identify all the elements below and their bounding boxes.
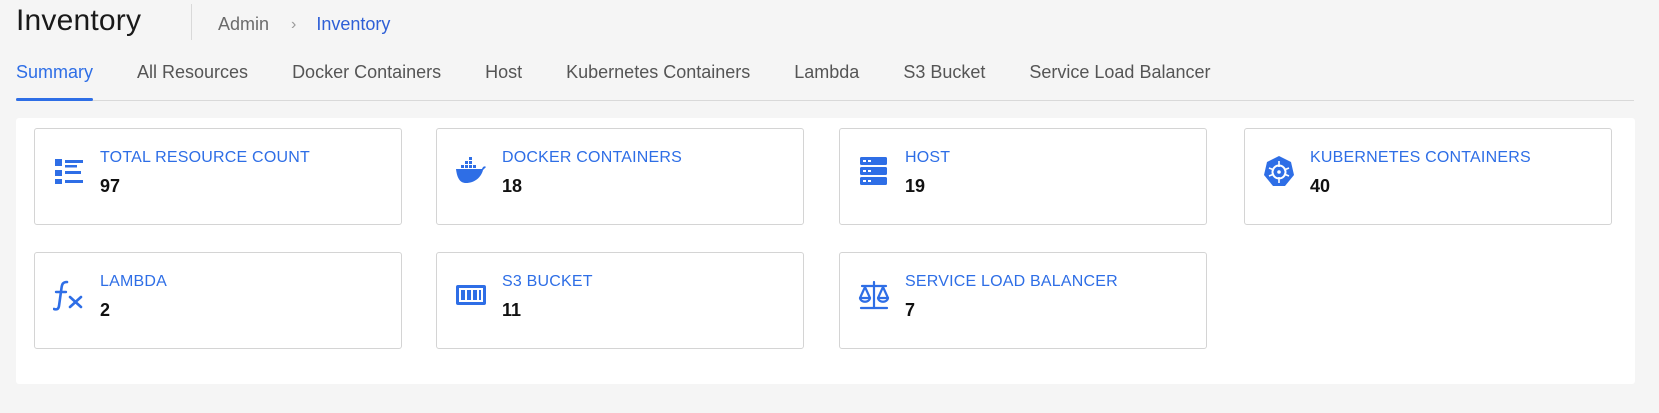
card-s3-bucket[interactable]: S3 BUCKET 11 bbox=[436, 252, 804, 349]
list-icon bbox=[53, 155, 85, 187]
card-kubernetes-containers[interactable]: KUBERNETES CONTAINERS 40 bbox=[1244, 128, 1612, 225]
header-divider bbox=[191, 4, 192, 40]
card-count: 7 bbox=[905, 300, 916, 320]
card-count: 18 bbox=[502, 176, 523, 196]
card-docker-containers[interactable]: DOCKER CONTAINERS 18 bbox=[436, 128, 804, 225]
breadcrumb-current: Inventory bbox=[316, 14, 391, 34]
docker-icon bbox=[455, 155, 487, 187]
card-count: 2 bbox=[100, 300, 111, 320]
card-host[interactable]: HOST 19 bbox=[839, 128, 1207, 225]
tab-host[interactable]: Host bbox=[485, 54, 522, 100]
kubernetes-icon bbox=[1263, 155, 1295, 187]
page-title: Inventory bbox=[16, 4, 142, 37]
function-icon bbox=[52, 279, 85, 311]
tab-service-load-balancer[interactable]: Service Load Balancer bbox=[1029, 54, 1210, 100]
tab-docker-containers[interactable]: Docker Containers bbox=[292, 54, 441, 100]
card-count: 97 bbox=[100, 176, 121, 196]
scale-icon bbox=[858, 279, 890, 311]
card-count: 11 bbox=[502, 300, 522, 320]
tab-all-resources[interactable]: All Resources bbox=[137, 54, 248, 100]
card-label: KUBERNETES CONTAINERS bbox=[1310, 149, 1531, 166]
server-icon bbox=[858, 155, 890, 187]
card-count: 19 bbox=[905, 176, 926, 196]
card-count: 40 bbox=[1310, 176, 1331, 196]
summary-panel: TOTAL RESOURCE COUNT 97 DOCKER CONTAINER… bbox=[16, 118, 1635, 384]
bucket-icon bbox=[455, 279, 487, 311]
tab-bar: Summary All Resources Docker Containers … bbox=[16, 54, 1634, 101]
tab-kubernetes-containers[interactable]: Kubernetes Containers bbox=[566, 54, 750, 100]
card-label: DOCKER CONTAINERS bbox=[502, 149, 683, 166]
breadcrumb-admin-link[interactable]: Admin bbox=[218, 14, 269, 35]
card-label: LAMBDA bbox=[100, 273, 167, 290]
card-label: S3 BUCKET bbox=[502, 273, 593, 290]
card-label: SERVICE LOAD BALANCER bbox=[905, 273, 1118, 290]
card-service-load-balancer[interactable]: SERVICE LOAD BALANCER 7 bbox=[839, 252, 1207, 349]
card-lambda[interactable]: LAMBDA 2 bbox=[34, 252, 402, 349]
card-label: HOST bbox=[905, 149, 951, 166]
tab-lambda[interactable]: Lambda bbox=[794, 54, 859, 100]
chevron-right-icon: › bbox=[291, 15, 297, 33]
tab-summary[interactable]: Summary bbox=[16, 54, 94, 101]
breadcrumb: Admin › Inventory bbox=[218, 14, 390, 35]
page-header: Inventory Admin › Inventory bbox=[0, 0, 1659, 48]
tab-s3-bucket[interactable]: S3 Bucket bbox=[903, 54, 985, 100]
card-label: TOTAL RESOURCE COUNT bbox=[100, 149, 310, 166]
card-total-resource-count[interactable]: TOTAL RESOURCE COUNT 97 bbox=[34, 128, 402, 225]
